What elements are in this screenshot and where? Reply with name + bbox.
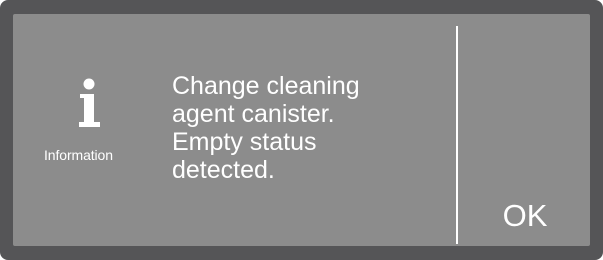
information-label: Information bbox=[44, 147, 113, 163]
vertical-divider bbox=[456, 26, 458, 244]
message-line: detected. bbox=[172, 156, 275, 184]
message-line: Empty status bbox=[172, 128, 317, 156]
message-line: agent canister. bbox=[172, 100, 335, 128]
ok-button[interactable]: OK bbox=[460, 186, 590, 246]
message-line: Change cleaning bbox=[172, 72, 360, 100]
information-icon bbox=[79, 78, 100, 127]
message-text: Change cleaning agent canister. Empty st… bbox=[172, 72, 442, 184]
